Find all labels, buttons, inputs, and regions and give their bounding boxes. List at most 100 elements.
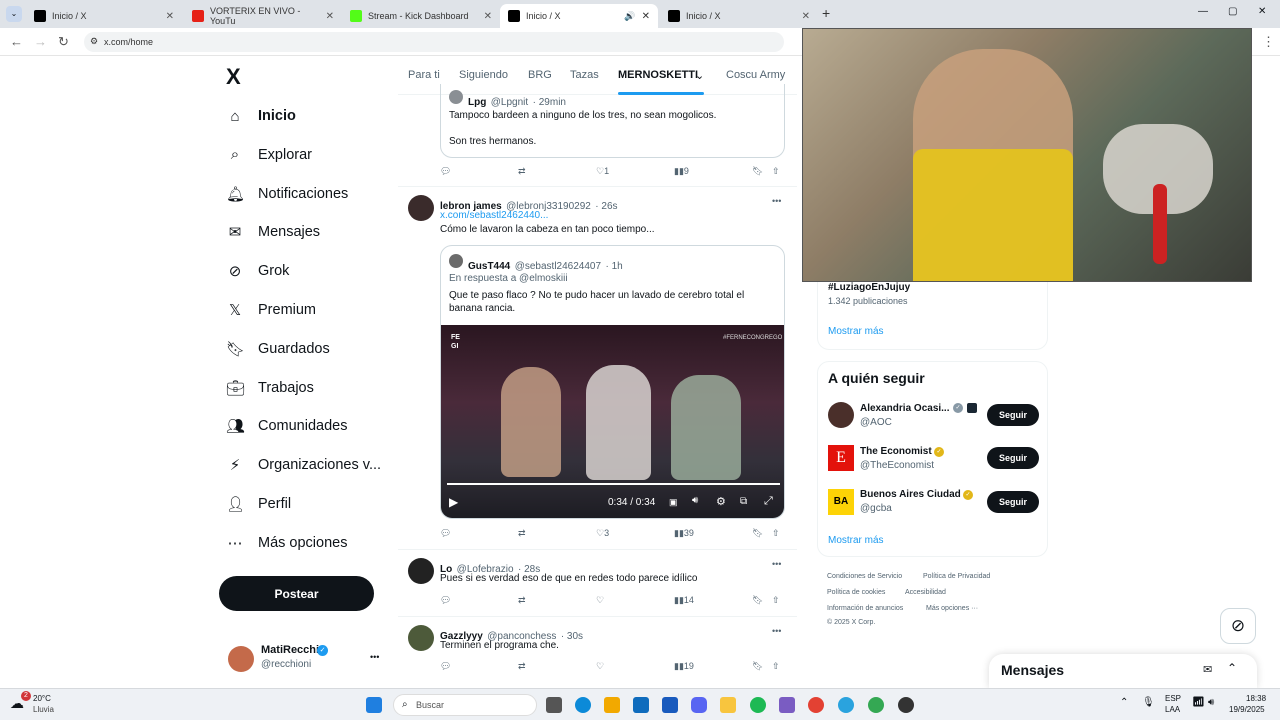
sidebar-item-premium[interactable]: 𝕏 Premium — [226, 295, 316, 325]
sidebar-item-notificaciones[interactable]: 🔔︎ Notificaciones — [226, 179, 348, 209]
bookmark-icon[interactable]: 🔖︎ — [752, 661, 763, 672]
browser-tab-4-active[interactable]: Inicio / X 🔊 ✕ — [500, 4, 658, 28]
close-tab-icon[interactable]: ✕ — [642, 11, 650, 22]
share-icon[interactable]: ⇧ — [772, 166, 780, 177]
word-icon[interactable] — [662, 697, 678, 713]
quoted-post-card[interactable]: GusT444 @sebastl24624407 · 1h En respues… — [440, 245, 785, 519]
discord-icon[interactable] — [691, 697, 707, 713]
site-info-icon[interactable]: ⚙ — [90, 36, 98, 47]
bookmark-icon[interactable]: 🔖︎ — [752, 528, 763, 539]
footer-more[interactable]: Más opciones ··· — [926, 605, 978, 612]
tab-mernosketti[interactable]: MERNOSKETTI — [618, 69, 698, 81]
webcam-overlay[interactable] — [802, 28, 1252, 282]
chrome-icon[interactable] — [808, 697, 824, 713]
repost-icon[interactable]: ⇄ — [518, 661, 526, 672]
follow-button-3[interactable]: Seguir — [987, 491, 1039, 513]
speaker-icon[interactable]: 🔊 — [624, 11, 635, 22]
lang-2[interactable]: LAA — [1165, 705, 1180, 714]
settings-icon[interactable]: ⚙ — [716, 495, 726, 508]
back-icon[interactable]: ← — [10, 34, 23, 49]
obs-icon[interactable] — [898, 697, 914, 713]
footer-link[interactable]: Condiciones de Servicio — [827, 573, 902, 580]
outlook-icon[interactable] — [633, 697, 649, 713]
messages-drawer[interactable]: Mensajes ✉ ⌃ — [989, 654, 1257, 688]
browser-menu-icon[interactable]: ⋮ — [1262, 34, 1275, 50]
lang-1[interactable]: ESP — [1165, 694, 1181, 703]
volume-tray-icon[interactable]: 🔊︎ — [1208, 697, 1214, 708]
footer-link[interactable]: Política de cookies — [827, 589, 885, 596]
browser-tab-2[interactable]: VORTERIX EN VIVO - YouTu ✕ — [184, 4, 342, 28]
browser-tab-5[interactable]: Inicio / X ✕ — [660, 4, 818, 28]
windows-start-icon[interactable] — [366, 697, 382, 713]
pip-icon[interactable]: ⧉ — [740, 496, 747, 507]
repost-icon[interactable]: ⇄ — [518, 595, 526, 606]
share-icon[interactable]: ⇧ — [772, 528, 780, 539]
trends-show-more[interactable]: Mostrar más — [828, 326, 884, 337]
spotify-icon[interactable] — [750, 697, 766, 713]
tray-chevron-icon[interactable]: ⌃ — [1120, 697, 1128, 708]
sidebar-item-grok[interactable]: ⊘ Grok — [226, 256, 290, 286]
task-view-icon[interactable] — [546, 697, 562, 713]
video-player[interactable]: FE GI #FERNECONGREGO ▶ 0:34 / 0:34 ▣ 🔊︎ … — [441, 325, 784, 518]
chevron-down-icon[interactable]: ⌄ — [695, 69, 704, 82]
footer-link[interactable]: Política de Privacidad — [923, 573, 990, 580]
follow-show-more[interactable]: Mostrar más — [828, 535, 884, 546]
browser-tab-1[interactable]: Inicio / X ✕ — [26, 4, 182, 28]
reply-icon[interactable]: 💬︎ — [440, 528, 451, 539]
views-counter[interactable]: ▮▮ 9 — [674, 166, 689, 177]
footer-link[interactable]: Información de anuncios — [827, 605, 903, 612]
post-1[interactable]: lebron james @lebronj33190292 · 26s ••• … — [398, 187, 797, 549]
reply-icon[interactable]: 💬︎ — [440, 595, 451, 606]
tab-para-ti[interactable]: Para ti — [408, 69, 440, 81]
wifi-icon[interactable]: 📶︎ — [1192, 697, 1205, 708]
x-logo-icon[interactable]: X — [226, 64, 241, 90]
edge-icon[interactable] — [575, 697, 591, 713]
close-window-icon[interactable]: ✕ — [1258, 6, 1266, 17]
like-button[interactable]: ♡ — [596, 595, 604, 606]
reply-icon[interactable]: 💬︎ — [440, 661, 451, 672]
tab-menu-button[interactable]: ⌄ — [6, 6, 22, 22]
sidebar-item-explorar[interactable]: ⌕ Explorar — [226, 140, 312, 170]
like-button[interactable]: ♡ — [596, 661, 604, 672]
account-switcher[interactable]: MatiRecchi ✓ @recchioni ••• — [224, 642, 384, 678]
views-counter[interactable]: ▮▮ 39 — [674, 528, 694, 539]
sidebar-item-perfil[interactable]: 👤︎ Perfil — [226, 489, 291, 519]
video-progress-bar[interactable] — [447, 483, 780, 485]
sidebar-item-más[interactable]: ⋯ Más opciones — [226, 528, 348, 558]
clock-date[interactable]: 19/9/2025 — [1229, 705, 1265, 714]
browser-tab-3[interactable]: Stream - Kick Dashboard ✕ — [342, 4, 500, 28]
play-icon[interactable]: ▶ — [449, 495, 458, 509]
close-tab-icon[interactable]: ✕ — [484, 11, 492, 22]
sidebar-item-guardados[interactable]: 🔖︎ Guardados — [226, 334, 330, 364]
repost-icon[interactable]: ⇄ — [518, 166, 526, 177]
follow-name-1[interactable]: Alexandria Ocasi... — [860, 403, 950, 414]
bookmark-icon[interactable]: 🔖︎ — [752, 595, 763, 606]
taskbar-search[interactable]: ⌕ Buscar — [393, 694, 537, 716]
tab-tazas[interactable]: Tazas — [570, 69, 599, 81]
bookmark-icon[interactable]: 🔖︎ — [752, 166, 763, 177]
expand-icon[interactable]: ⌃ — [1227, 661, 1237, 675]
reload-icon[interactable]: ↻ — [58, 34, 69, 50]
sidebar-item-mensajes[interactable]: ✉ Mensajes — [226, 217, 320, 247]
captions-icon[interactable]: ▣ — [669, 497, 678, 508]
maximize-icon[interactable]: ▢ — [1228, 6, 1237, 17]
volume-icon[interactable]: 🔊︎ — [692, 495, 698, 506]
forward-icon[interactable]: → — [34, 34, 47, 49]
close-tab-icon[interactable]: ✕ — [166, 11, 174, 22]
quoted-post-card[interactable]: Lpg @Lpgnit · 29min Tampoco bardeen a ni… — [440, 84, 785, 158]
new-message-icon[interactable]: ✉ — [1203, 663, 1212, 676]
sidebar-item-inicio[interactable]: ⌂ Inicio — [226, 101, 295, 131]
post-more-icon[interactable]: ••• — [772, 559, 781, 569]
chrome-active-icon[interactable] — [868, 697, 884, 713]
microphone-icon[interactable]: 🎙︎ — [1142, 697, 1155, 708]
new-tab-button[interactable]: + — [822, 5, 830, 21]
minimize-icon[interactable]: — — [1198, 6, 1208, 17]
reply-icon[interactable]: 💬︎ — [440, 166, 451, 177]
sidebar-item-organizaciones[interactable]: ⚡︎ Organizaciones v... — [226, 450, 381, 480]
grok-floating-button[interactable]: ⊘ — [1220, 608, 1256, 644]
tab-coscu-army[interactable]: Coscu Army — [726, 69, 785, 81]
trend-hashtag[interactable]: #LuziagoEnJujuy — [828, 282, 910, 293]
sidebar-item-comunidades[interactable]: 👥︎ Comunidades — [226, 411, 347, 441]
tab-brg[interactable]: BRG — [528, 69, 552, 81]
repost-icon[interactable]: ⇄ — [518, 528, 526, 539]
